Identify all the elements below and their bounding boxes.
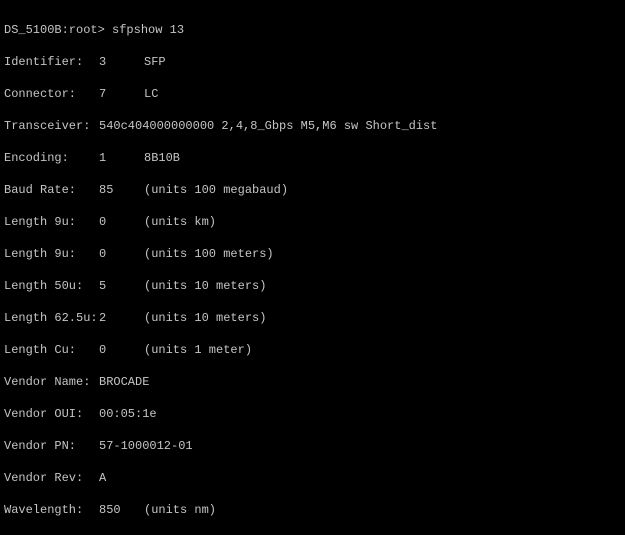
field-value: 7	[99, 86, 144, 102]
field-row: Length Cu:0(units 1 meter)	[4, 342, 621, 358]
misc-row: Wavelength:850(units nm)	[4, 502, 621, 518]
field-row: Encoding:18B10B	[4, 150, 621, 166]
field-desc: SFP	[144, 54, 166, 70]
field-desc: (units km)	[144, 214, 216, 230]
misc-desc: (units nm)	[144, 502, 216, 518]
vendor-value: A	[99, 471, 106, 485]
field-value: 3	[99, 54, 144, 70]
field-row: Identifier:3SFP	[4, 54, 621, 70]
misc-value: 850	[99, 502, 144, 518]
field-value: 5	[99, 278, 144, 294]
vendor-label: Vendor OUI:	[4, 406, 99, 422]
field-value: 2	[99, 310, 144, 326]
misc-label: Wavelength:	[4, 502, 99, 518]
vendor-row: Vendor Name:BROCADE	[4, 374, 621, 390]
field-label: Length 62.5u:	[4, 310, 99, 326]
field-row: Length 50u:5(units 10 meters)	[4, 278, 621, 294]
field-desc: (units 10 meters)	[144, 310, 266, 326]
field-desc: (units 10 meters)	[144, 278, 266, 294]
vendor-row: Vendor PN:57-1000012-01	[4, 438, 621, 454]
field-desc: (units 100 meters)	[144, 246, 274, 262]
terminal-output: DS_5100B:root> sfpshow 13 Identifier:3SF…	[0, 0, 625, 535]
field-desc: (units 1 meter)	[144, 342, 252, 358]
field-desc: (units 100 megabaud)	[144, 182, 288, 198]
field-label: Connector:	[4, 86, 99, 102]
prompt-host: DS_5100B:root>	[4, 23, 105, 37]
prompt-line[interactable]: DS_5100B:root> sfpshow 13	[4, 22, 621, 38]
field-value: 85	[99, 182, 144, 198]
field-label: Transceiver:	[4, 118, 99, 134]
field-label: Baud Rate:	[4, 182, 99, 198]
vendor-label: Vendor PN:	[4, 438, 99, 454]
field-label: Length Cu:	[4, 342, 99, 358]
vendor-row: Vendor Rev:A	[4, 470, 621, 486]
field-label: Length 9u:	[4, 246, 99, 262]
field-value: 0	[99, 246, 144, 262]
field-value: 0	[99, 214, 144, 230]
field-row: Length 62.5u:2(units 10 meters)	[4, 310, 621, 326]
field-label: Encoding:	[4, 150, 99, 166]
field-desc: 8B10B	[144, 150, 180, 166]
prompt-command: sfpshow 13	[112, 23, 184, 37]
vendor-value: 00:05:1e	[99, 407, 157, 421]
field-value: 0	[99, 342, 144, 358]
field-label: Length 9u:	[4, 214, 99, 230]
field-label: Identifier:	[4, 54, 99, 70]
field-label: Length 50u:	[4, 278, 99, 294]
field-row: Transceiver:540c404000000000 2,4,8_Gbps …	[4, 118, 621, 134]
field-row: Connector:7LC	[4, 86, 621, 102]
vendor-value: BROCADE	[99, 375, 149, 389]
field-value: 1	[99, 150, 144, 166]
field-value-full: 540c404000000000 2,4,8_Gbps M5,M6 sw Sho…	[99, 118, 437, 134]
field-row: Length 9u:0(units km)	[4, 214, 621, 230]
vendor-row: Vendor OUI:00:05:1e	[4, 406, 621, 422]
vendor-label: Vendor Rev:	[4, 470, 99, 486]
vendor-value: 57-1000012-01	[99, 439, 193, 453]
field-desc: LC	[144, 86, 158, 102]
field-row: Length 9u:0(units 100 meters)	[4, 246, 621, 262]
field-row: Baud Rate:85(units 100 megabaud)	[4, 182, 621, 198]
vendor-label: Vendor Name:	[4, 374, 99, 390]
